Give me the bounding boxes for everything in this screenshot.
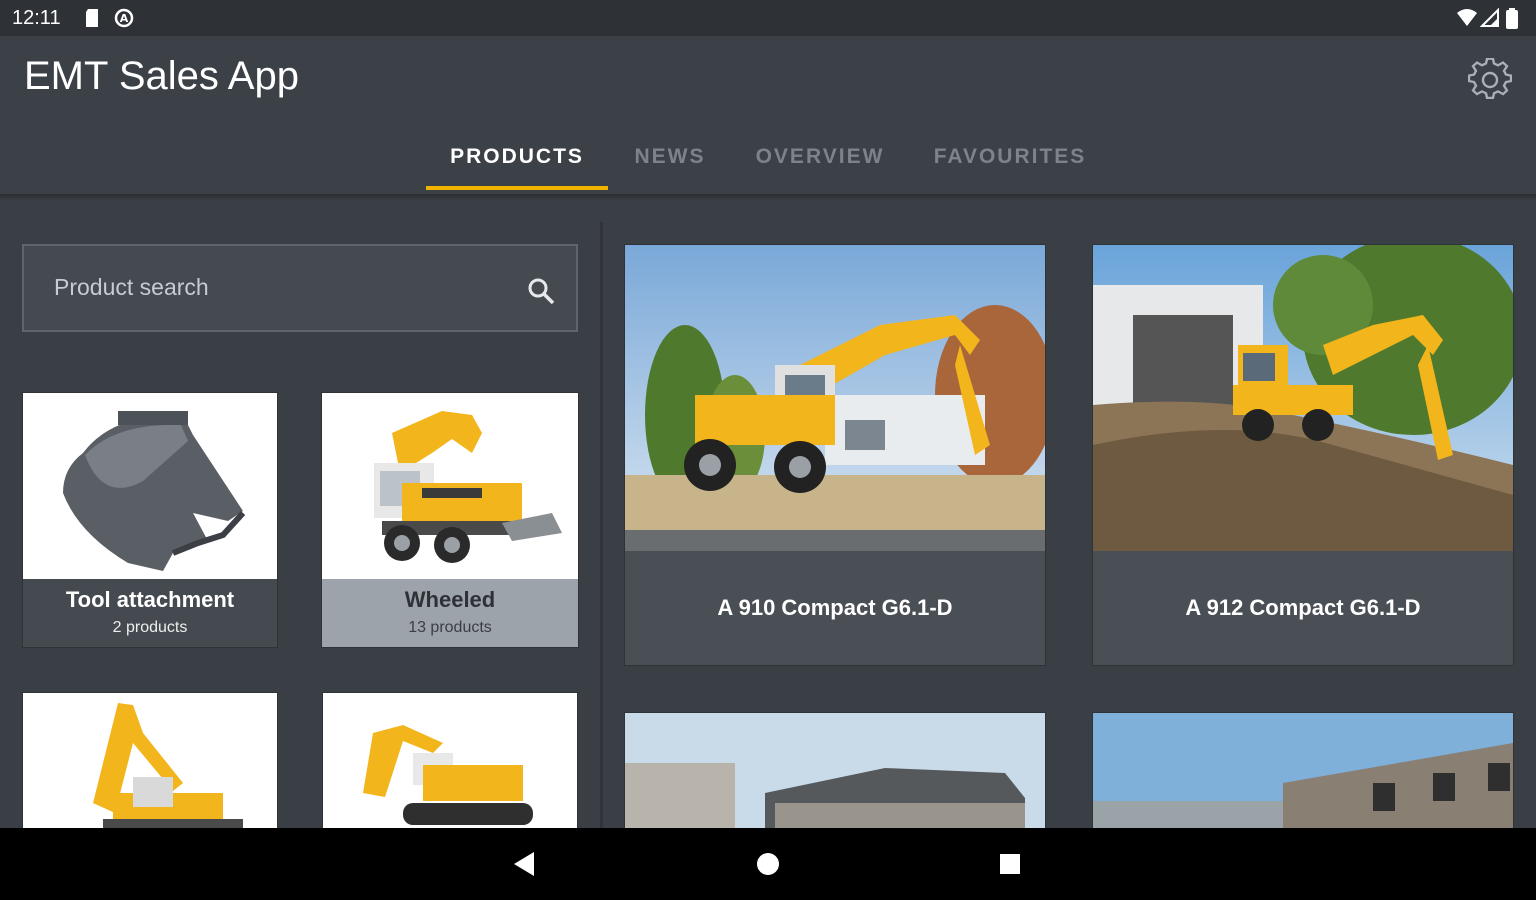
product-image [625, 245, 1045, 551]
wheeled-excavator-image [322, 393, 578, 579]
product-name: A 910 Compact G6.1-D [717, 595, 953, 620]
product-image [1093, 713, 1513, 829]
category-count: 2 products [112, 619, 188, 636]
search-icon[interactable] [526, 276, 556, 311]
product-image [625, 713, 1045, 829]
category-count: 13 products [408, 619, 492, 636]
category-card-tool-attachment[interactable]: Tool attachment 2 products [22, 392, 278, 648]
tab-favourites[interactable]: FAVOURITES [920, 142, 1100, 194]
battery-icon [1504, 8, 1524, 35]
search-placeholder: Product search [54, 274, 209, 300]
app-bar: EMT Sales App PRODUCTS NEWS OVERVIEW FAV… [0, 36, 1536, 194]
product-image [1093, 245, 1513, 551]
product-card[interactable] [1092, 712, 1514, 829]
tab-overview[interactable]: OVERVIEW [740, 142, 900, 194]
no-entry-icon: A [114, 8, 134, 33]
tab-indicator [426, 186, 608, 190]
sd-card-icon [84, 8, 100, 33]
signal-icon [1479, 7, 1500, 33]
pane-divider [600, 222, 603, 828]
category-name: Wheeled [404, 587, 496, 612]
tab-bar: PRODUCTS NEWS OVERVIEW FAVOURITES [0, 132, 1536, 194]
recents-icon[interactable] [999, 853, 1021, 880]
crawler-excavator-image [323, 693, 577, 829]
wifi-icon [1456, 8, 1478, 33]
product-card-a912[interactable]: A 912 Compact G6.1-D [1092, 244, 1514, 666]
back-icon[interactable] [512, 850, 536, 883]
category-card-crawler[interactable] [322, 692, 578, 829]
product-card[interactable] [624, 712, 1046, 829]
bucket-image [23, 393, 277, 579]
gear-icon[interactable] [1467, 57, 1513, 102]
product-name: A 912 Compact G6.1-D [1185, 595, 1421, 620]
status-time: 12:11 [12, 7, 61, 29]
material-handler-image [23, 693, 277, 829]
status-bar: 12:11 A [0, 0, 1536, 36]
tab-news[interactable]: NEWS [620, 142, 720, 194]
app-title: EMT Sales App [24, 54, 299, 98]
products-content: Product search Tool attachment 2 product… [0, 200, 1536, 829]
navigation-bar [0, 828, 1536, 900]
category-name: Tool attachment [65, 587, 235, 612]
svg-text:A: A [120, 12, 129, 25]
search-input[interactable]: Product search [22, 244, 578, 332]
product-card-a910[interactable]: A 910 Compact G6.1-D [624, 244, 1046, 666]
home-icon[interactable] [756, 852, 780, 881]
category-card-material-handler[interactable] [22, 692, 278, 829]
category-card-wheeled[interactable]: Wheeled 13 products [321, 392, 579, 648]
